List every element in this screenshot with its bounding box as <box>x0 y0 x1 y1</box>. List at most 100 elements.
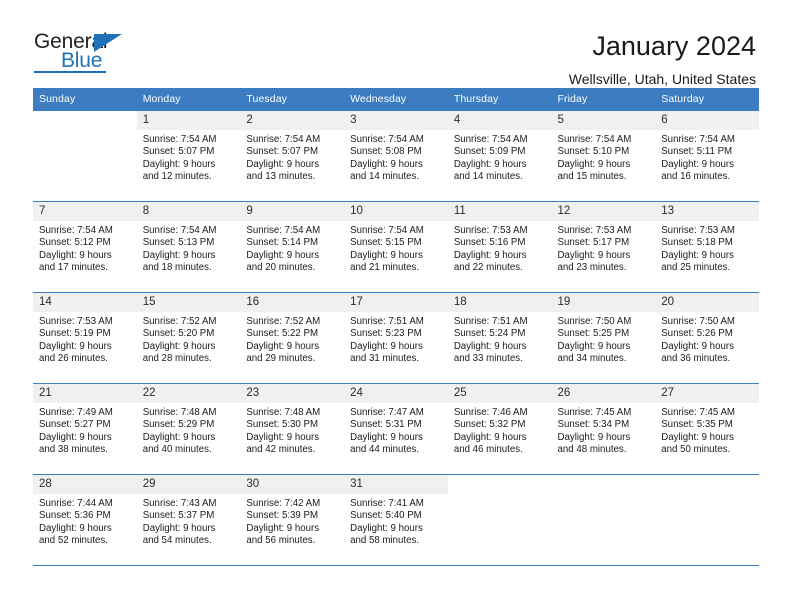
day-number: 21 <box>33 384 137 403</box>
day-number: 9 <box>240 202 345 221</box>
day-cell-content: 2 Sunrise: 7:54 AM Sunset: 5:07 PM Daylight… <box>240 111 345 201</box>
sunset-time: Sunset: 5:26 PM <box>661 328 733 340</box>
day-cell-content: 15 Sunrise: 7:52 AM Sunset: 5:20 PM Dayligh… <box>136 293 241 383</box>
day-sun-details: Sunrise: 7:43 AM Sunset: 5:37 PM Daylight:… <box>137 494 241 548</box>
calendar-day-cell[interactable]: 28 Sunrise: 7:44 AM Sunset: 5:36 PM Dayligh… <box>33 474 137 565</box>
calendar-day-cell[interactable]: 18 Sunrise: 7:51 AM Sunset: 5:24 PM Dayligh… <box>447 292 552 384</box>
day-sun-details: Sunrise: 7:49 AM Sunset: 5:27 PM Daylight:… <box>33 403 137 457</box>
calendar-day-cell[interactable]: 24 Sunrise: 7:47 AM Sunset: 5:31 PM Dayligh… <box>344 383 448 475</box>
daylight-duration-line-1: Daylight: 9 hours <box>453 431 527 443</box>
sunset-time: Sunset: 5:15 PM <box>350 237 422 249</box>
daylight-duration-line-1: Daylight: 9 hours <box>246 249 320 261</box>
calendar-day-cell[interactable] <box>33 110 137 202</box>
calendar-day-cell[interactable]: 8 Sunrise: 7:54 AM Sunset: 5:13 PM Daylight… <box>136 201 241 293</box>
daylight-duration-line-1: Daylight: 9 hours <box>557 340 631 352</box>
calendar-day-cell[interactable]: 16 Sunrise: 7:52 AM Sunset: 5:22 PM Dayligh… <box>240 292 345 384</box>
calendar-bottom-rule <box>33 565 759 566</box>
day-cell-content: 27 Sunrise: 7:45 AM Sunset: 5:35 PM Dayligh… <box>655 384 759 474</box>
sunset-time: Sunset: 5:32 PM <box>453 419 526 431</box>
calendar-day-cell[interactable]: 27 Sunrise: 7:45 AM Sunset: 5:35 PM Dayligh… <box>655 383 759 475</box>
calendar-day-cell[interactable]: 5 Sunrise: 7:54 AM Sunset: 5:10 PM Daylight… <box>551 110 656 202</box>
calendar-day-cell[interactable]: 10 Sunrise: 7:54 AM Sunset: 5:15 PM Dayligh… <box>344 201 448 293</box>
day-cell-content: 4 Sunrise: 7:54 AM Sunset: 5:09 PM Daylight… <box>447 111 552 201</box>
calendar-day-cell[interactable]: 7 Sunrise: 7:54 AM Sunset: 5:12 PM Daylight… <box>33 201 137 293</box>
daylight-duration-line-1: Daylight: 9 hours <box>557 249 631 261</box>
day-cell-content: 5 Sunrise: 7:54 AM Sunset: 5:10 PM Daylight… <box>551 111 656 201</box>
calendar-week-row: 14 Sunrise: 7:53 AM Sunset: 5:19 PM Dayligh… <box>33 292 759 384</box>
day-sun-details: Sunrise: 7:54 AM Sunset: 5:13 PM Daylight:… <box>137 221 241 275</box>
sunrise-time: Sunrise: 7:42 AM <box>246 498 321 509</box>
sunset-time: Sunset: 5:24 PM <box>453 328 526 340</box>
day-number: 7 <box>33 202 137 221</box>
day-sun-details: Sunrise: 7:45 AM Sunset: 5:34 PM Daylight:… <box>552 403 656 457</box>
calendar-day-cell[interactable]: 1 Sunrise: 7:54 AM Sunset: 5:07 PM Daylight… <box>136 110 241 202</box>
day-cell-content: 10 Sunrise: 7:54 AM Sunset: 5:15 PM Dayligh… <box>344 202 448 292</box>
calendar-day-cell[interactable]: 9 Sunrise: 7:54 AM Sunset: 5:14 PM Daylight… <box>240 201 345 293</box>
calendar-day-cell[interactable]: 22 Sunrise: 7:48 AM Sunset: 5:29 PM Dayligh… <box>136 383 241 475</box>
calendar-day-cell[interactable]: 29 Sunrise: 7:43 AM Sunset: 5:37 PM Dayligh… <box>136 474 241 565</box>
sunrise-time: Sunrise: 7:51 AM <box>453 316 528 327</box>
day-number: 12 <box>551 202 656 221</box>
day-cell-content: 20 Sunrise: 7:50 AM Sunset: 5:26 PM Dayligh… <box>655 293 759 383</box>
day-sun-details: Sunrise: 7:48 AM Sunset: 5:30 PM Daylight:… <box>240 403 344 457</box>
day-cell-content: 14 Sunrise: 7:53 AM Sunset: 5:19 PM Dayligh… <box>33 293 137 383</box>
calendar-day-cell[interactable]: 31 Sunrise: 7:41 AM Sunset: 5:40 PM Dayligh… <box>344 474 448 565</box>
calendar-day-cell[interactable]: 13 Sunrise: 7:53 AM Sunset: 5:18 PM Dayligh… <box>655 201 759 293</box>
day-sun-details: Sunrise: 7:42 AM Sunset: 5:39 PM Daylight:… <box>240 494 344 548</box>
sunrise-time: Sunrise: 7:41 AM <box>350 498 424 509</box>
day-sun-details: Sunrise: 7:53 AM Sunset: 5:19 PM Daylight:… <box>33 312 137 366</box>
weekday-header-row: Sunday Monday Tuesday Wednesday Thursday… <box>33 88 759 111</box>
daylight-duration-line-1: Daylight: 9 hours <box>453 158 527 170</box>
sunset-time: Sunset: 5:23 PM <box>350 328 422 340</box>
day-sun-details: Sunrise: 7:54 AM Sunset: 5:09 PM Daylight:… <box>448 130 552 184</box>
calendar-day-cell[interactable]: 30 Sunrise: 7:42 AM Sunset: 5:39 PM Dayligh… <box>240 474 345 565</box>
sunset-time: Sunset: 5:20 PM <box>142 328 215 340</box>
calendar-day-cell[interactable]: 6 Sunrise: 7:54 AM Sunset: 5:11 PM Daylight… <box>655 110 759 202</box>
calendar-day-cell[interactable]: 19 Sunrise: 7:50 AM Sunset: 5:25 PM Dayligh… <box>551 292 656 384</box>
daylight-duration-line-1: Daylight: 9 hours <box>246 158 320 170</box>
day-cell-content: 26 Sunrise: 7:45 AM Sunset: 5:34 PM Dayligh… <box>551 384 656 474</box>
calendar-day-cell[interactable] <box>551 474 656 565</box>
day-number: 14 <box>33 293 137 312</box>
calendar-day-cell[interactable]: 3 Sunrise: 7:54 AM Sunset: 5:08 PM Daylight… <box>344 110 448 202</box>
day-cell-content: 23 Sunrise: 7:48 AM Sunset: 5:30 PM Dayligh… <box>240 384 345 474</box>
day-sun-details: Sunrise: 7:51 AM Sunset: 5:24 PM Daylight:… <box>448 312 552 366</box>
calendar-day-cell[interactable]: 11 Sunrise: 7:53 AM Sunset: 5:16 PM Dayligh… <box>447 201 552 293</box>
daylight-duration-line-2: and 58 minutes. <box>350 535 420 547</box>
sunrise-time: Sunrise: 7:53 AM <box>661 225 735 236</box>
calendar-day-cell[interactable]: 20 Sunrise: 7:50 AM Sunset: 5:26 PM Dayligh… <box>655 292 759 384</box>
calendar-day-cell[interactable]: 12 Sunrise: 7:53 AM Sunset: 5:17 PM Dayligh… <box>551 201 656 293</box>
day-number: 5 <box>551 111 656 130</box>
daylight-duration-line-2: and 26 minutes. <box>39 353 108 365</box>
calendar-day-cell[interactable]: 21 Sunrise: 7:49 AM Sunset: 5:27 PM Dayligh… <box>33 383 137 475</box>
daylight-duration-line-1: Daylight: 9 hours <box>142 522 216 534</box>
calendar-week-row: 1 Sunrise: 7:54 AM Sunset: 5:07 PM Daylight… <box>33 110 759 202</box>
calendar-day-cell[interactable]: 15 Sunrise: 7:52 AM Sunset: 5:20 PM Dayligh… <box>136 292 241 384</box>
calendar-day-cell[interactable]: 2 Sunrise: 7:54 AM Sunset: 5:07 PM Daylight… <box>240 110 345 202</box>
calendar-day-cell[interactable]: 14 Sunrise: 7:53 AM Sunset: 5:19 PM Dayligh… <box>33 292 137 384</box>
sunset-time: Sunset: 5:27 PM <box>39 419 111 431</box>
daylight-duration-line-1: Daylight: 9 hours <box>453 249 527 261</box>
daylight-duration-line-1: Daylight: 9 hours <box>39 522 112 534</box>
daylight-duration-line-1: Daylight: 9 hours <box>453 340 527 352</box>
day-sun-details: Sunrise: 7:46 AM Sunset: 5:32 PM Daylight:… <box>448 403 552 457</box>
day-cell-content <box>33 111 137 201</box>
sunset-time: Sunset: 5:40 PM <box>350 510 422 522</box>
month-calendar: Sunday Monday Tuesday Wednesday Thursday… <box>33 88 759 565</box>
calendar-day-cell[interactable]: 17 Sunrise: 7:51 AM Sunset: 5:23 PM Dayligh… <box>344 292 448 384</box>
general-blue-logo: General Blue <box>34 30 139 78</box>
day-number: 30 <box>240 475 345 494</box>
day-cell-content: 25 Sunrise: 7:46 AM Sunset: 5:32 PM Dayligh… <box>447 384 552 474</box>
day-cell-content: 19 Sunrise: 7:50 AM Sunset: 5:25 PM Dayligh… <box>551 293 656 383</box>
calendar-day-cell[interactable]: 23 Sunrise: 7:48 AM Sunset: 5:30 PM Dayligh… <box>240 383 345 475</box>
sunset-time: Sunset: 5:29 PM <box>142 419 215 431</box>
calendar-day-cell[interactable]: 4 Sunrise: 7:54 AM Sunset: 5:09 PM Daylight… <box>447 110 552 202</box>
calendar-day-cell[interactable]: 25 Sunrise: 7:46 AM Sunset: 5:32 PM Dayligh… <box>447 383 552 475</box>
calendar-day-cell[interactable]: 26 Sunrise: 7:45 AM Sunset: 5:34 PM Dayligh… <box>551 383 656 475</box>
daylight-duration-line-1: Daylight: 9 hours <box>246 522 320 534</box>
day-number: 28 <box>33 475 137 494</box>
calendar-day-cell[interactable] <box>655 474 759 565</box>
daylight-duration-line-1: Daylight: 9 hours <box>39 431 112 443</box>
sunrise-time: Sunrise: 7:54 AM <box>246 134 321 145</box>
calendar-day-cell[interactable] <box>447 474 552 565</box>
